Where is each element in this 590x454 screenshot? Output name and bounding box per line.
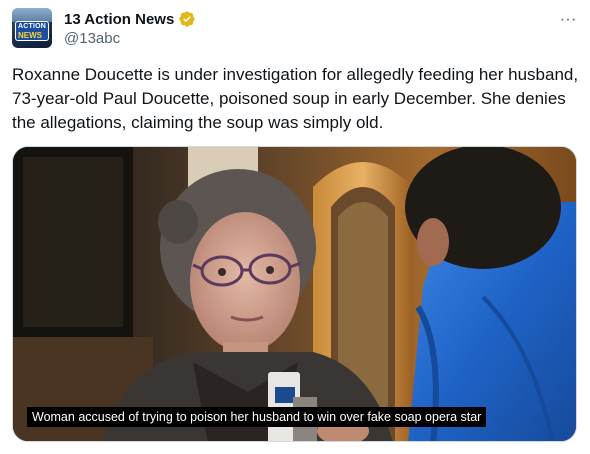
tweet-media-video[interactable]: Woman accused of trying to poison her hu…	[12, 146, 577, 442]
author-display-name[interactable]: 13 Action News	[64, 11, 174, 28]
tweet-text: Roxanne Doucette is under investigation …	[12, 65, 579, 132]
more-options-button[interactable]: ···	[556, 8, 580, 28]
verified-badge-icon[interactable]	[178, 10, 196, 28]
avatar-sky	[12, 8, 52, 22]
tweet-card[interactable]: ACTION NEWS 13 Action News @13abc ··· Ro…	[0, 0, 590, 454]
avatar-logo: ACTION NEWS	[15, 21, 49, 41]
video-frame-image	[13, 147, 576, 441]
video-caption: Woman accused of trying to poison her hu…	[27, 407, 487, 427]
avatar-logo-top-text: ACTION	[18, 23, 47, 30]
author-avatar[interactable]: ACTION NEWS	[12, 8, 52, 48]
author-name-row: 13 Action News	[64, 9, 196, 29]
author-handle[interactable]: @13abc	[64, 30, 120, 47]
avatar-logo-bottom-text: NEWS	[18, 31, 42, 40]
more-options-icon: ···	[559, 8, 577, 28]
